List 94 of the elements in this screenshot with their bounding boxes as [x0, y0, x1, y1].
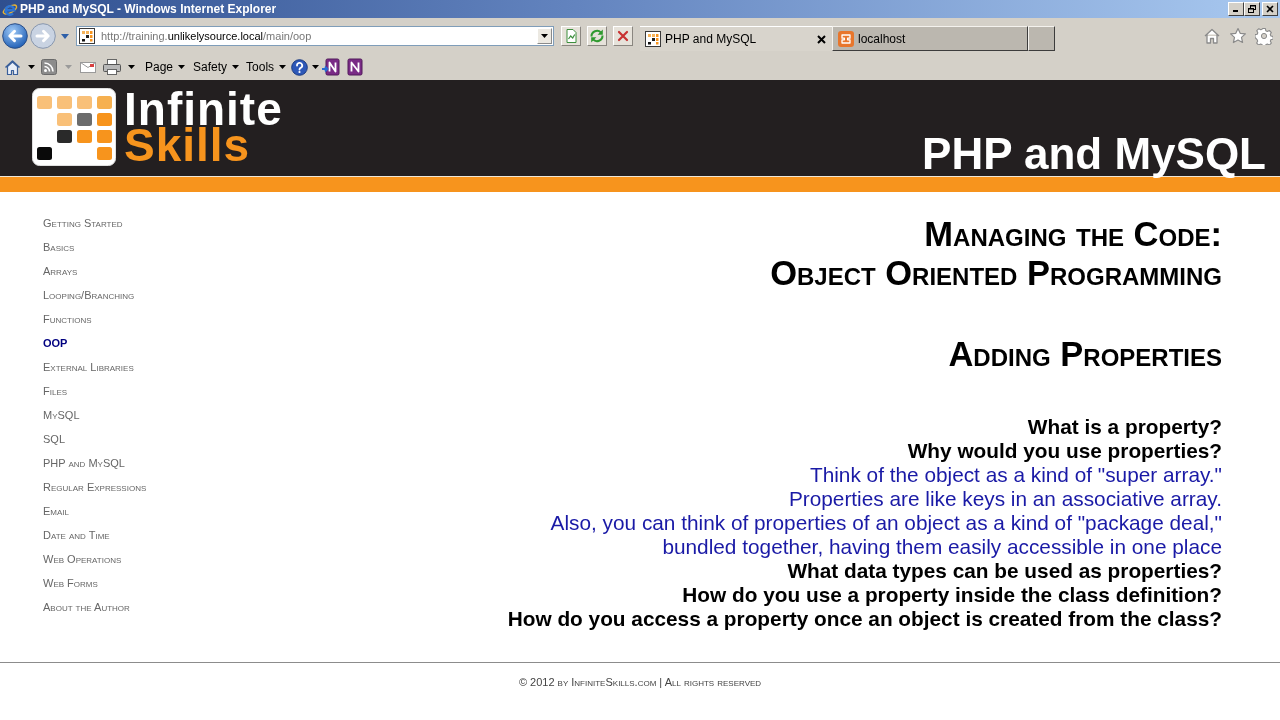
dropdown-button[interactable]: [312, 65, 320, 69]
menu-button[interactable]: Safety: [193, 60, 240, 74]
notebook-icon: [346, 58, 365, 76]
stop-icon: [615, 28, 631, 44]
caret-icon: [279, 65, 287, 69]
onenote-send-button[interactable]: [322, 58, 341, 76]
sidebar-link[interactable]: Basics: [43, 235, 75, 259]
close-button[interactable]: [1262, 2, 1278, 16]
tab[interactable]: PHP and MySQL: [640, 26, 832, 51]
sidebar-link[interactable]: Email: [43, 499, 69, 523]
feeds-button[interactable]: [41, 59, 57, 75]
page-heading: Object Oriented Programming: [770, 254, 1222, 293]
url-text: http://training.unlikelysource.local/main/oop: [101, 30, 312, 42]
sidebar-link[interactable]: Getting Started: [43, 211, 123, 235]
help-button[interactable]: [291, 58, 309, 76]
history-dropdown-button[interactable]: [61, 33, 69, 39]
restore-button[interactable]: [1244, 2, 1260, 16]
caret-icon: [232, 65, 240, 69]
tab[interactable]: localhost: [832, 26, 1028, 51]
home-button[interactable]: [4, 58, 21, 76]
sidebar-link[interactable]: Arrays: [43, 259, 78, 283]
home-icon: [1203, 27, 1221, 45]
copyright-text: © 2012 by InfiniteSkills.com | All rights reserved: [518, 675, 762, 689]
site-title: PHP and MySQL: [922, 132, 1266, 176]
new-tab-button[interactable]: [1028, 26, 1055, 51]
settings-button[interactable]: [1255, 27, 1273, 45]
sidebar-link[interactable]: Web Operations: [43, 547, 122, 571]
onenote-linked-button[interactable]: [346, 58, 365, 76]
notebook-icon: [322, 58, 341, 76]
stop-button[interactable]: [613, 26, 633, 46]
caret-icon: [312, 65, 320, 69]
section-heading: Adding Properties: [948, 335, 1222, 374]
menu-button[interactable]: Page: [145, 60, 186, 74]
sidebar-link[interactable]: SQL: [43, 427, 65, 451]
sidebar-link[interactable]: Files: [43, 379, 68, 403]
note-text: Properties are like keys in an associative array.: [788, 487, 1222, 511]
sidebar-link[interactable]: OOP: [43, 331, 68, 355]
question-text: How do you use a property inside the class definition?: [682, 583, 1222, 607]
tile-favicon-icon: [838, 30, 854, 47]
print-button[interactable]: [103, 59, 121, 75]
page-heading: Managing the Code:: [924, 215, 1222, 254]
logo-text: Skills: [124, 126, 251, 164]
home-button[interactable]: [1203, 27, 1221, 45]
close-icon[interactable]: [817, 34, 826, 44]
address-dropdown-button[interactable]: [537, 28, 552, 44]
document-icon: [563, 28, 579, 44]
question-text: What data types can be used as properties?: [787, 559, 1222, 583]
note-text: bundled together, having them easily accessible in one place: [662, 535, 1222, 559]
minimize-button[interactable]: [1228, 2, 1244, 16]
caret-icon: [178, 65, 186, 69]
settings-icon: [1255, 27, 1273, 45]
help-icon: [291, 58, 309, 76]
sidebar-link[interactable]: PHP and MySQL: [43, 451, 125, 475]
caret-icon: [61, 33, 69, 39]
sidebar-link[interactable]: Date and Time: [43, 523, 110, 547]
note-text: Think of the object as a kind of "super array.": [809, 463, 1222, 487]
page-favicon-icon: [645, 31, 661, 47]
back-button[interactable]: [2, 23, 28, 49]
question-text: What is a property?: [1027, 415, 1222, 439]
refresh-button[interactable]: [587, 26, 607, 46]
refresh-icon: [589, 28, 605, 44]
browser-logo-icon: [2, 1, 18, 17]
caret-icon: [541, 34, 548, 38]
address-field[interactable]: http://training.unlikelysource.local/main/oop: [76, 26, 554, 46]
feed-icon: [41, 59, 57, 75]
close-icon: [1266, 5, 1274, 13]
sidebar-link[interactable]: Looping/Branching: [43, 283, 135, 307]
window-title: PHP and MySQL - Windows Internet Explorer: [20, 2, 277, 16]
mail-button[interactable]: [80, 61, 96, 73]
sidebar-link[interactable]: About the Author: [43, 595, 130, 619]
home-icon: [4, 58, 21, 76]
dropdown-button[interactable]: [128, 65, 135, 69]
sidebar-link[interactable]: MySQL: [43, 403, 80, 427]
caret-icon: [28, 65, 35, 69]
restore-icon: [1248, 5, 1256, 13]
caret-icon: [65, 65, 72, 69]
sidebar-link[interactable]: External Libraries: [43, 355, 134, 379]
question-text: Why would you use properties?: [907, 439, 1222, 463]
compatibility-view-button[interactable]: [561, 26, 581, 46]
sidebar-link[interactable]: Regular Expressions: [43, 475, 147, 499]
star-icon: [1229, 27, 1247, 45]
envelope-icon: [80, 61, 96, 73]
star-button[interactable]: [1229, 27, 1247, 45]
note-text: Also, you can think of properties of an object as a kind of "package deal,": [550, 511, 1222, 535]
page-favicon-icon: [79, 28, 95, 44]
menu-button[interactable]: Tools: [246, 60, 287, 74]
printer-icon: [103, 59, 121, 75]
dropdown-button[interactable]: [28, 65, 35, 69]
question-text: How do you access a property once an object is created from the class?: [507, 607, 1222, 631]
logo-grid-icon: [32, 88, 116, 166]
caret-icon: [128, 65, 135, 69]
sidebar-link[interactable]: Web Forms: [43, 571, 98, 595]
logo-text: Infinite: [124, 90, 283, 126]
sidebar-link[interactable]: Functions: [43, 307, 92, 331]
